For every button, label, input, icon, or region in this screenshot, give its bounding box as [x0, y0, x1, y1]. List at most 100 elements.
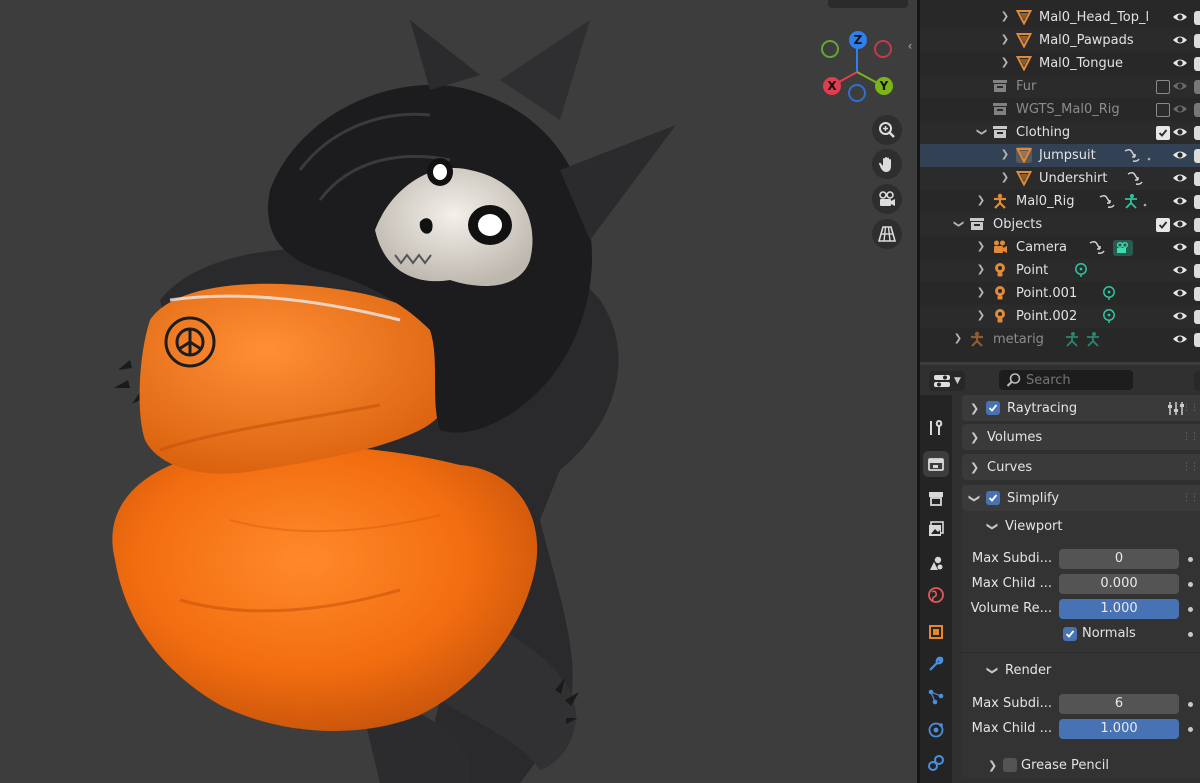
simplify-checkbox[interactable] — [986, 491, 1000, 505]
hand-pan-icon[interactable] — [872, 149, 902, 179]
render-camera-icon[interactable] — [1194, 126, 1200, 140]
visibility-eye-icon[interactable] — [1172, 216, 1188, 232]
visibility-eye-icon[interactable] — [1172, 9, 1188, 25]
outliner-row[interactable]: ❯ Mal0_Rig — [920, 190, 1200, 213]
number-field[interactable]: 0.000 — [1059, 574, 1179, 594]
pin-button[interactable] — [1194, 371, 1200, 391]
normals-checkbox[interactable] — [1063, 627, 1077, 641]
outliner-row-label[interactable]: Objects — [993, 217, 1042, 232]
normals-row[interactable]: Normals — [958, 623, 1200, 645]
keyframe-dot-icon[interactable] — [1188, 582, 1193, 587]
render-camera-icon[interactable] — [1194, 218, 1200, 232]
drag-handle-icon[interactable]: ⋮⋮ — [1182, 493, 1199, 503]
exclude-checkbox[interactable] — [1156, 218, 1170, 232]
exclude-checkbox[interactable] — [1156, 80, 1170, 94]
visibility-eye-icon[interactable] — [1172, 124, 1188, 140]
light-data-icon[interactable] — [1073, 262, 1089, 282]
chevron-down-icon[interactable]: ❯ — [975, 126, 987, 138]
panel-raytracing[interactable]: ❯ Raytracing ⋮⋮ — [962, 395, 1200, 421]
outliner-row-label[interactable]: Mal0_Head_Top_l — [1039, 10, 1149, 25]
keyframe-dot-icon[interactable] — [1188, 632, 1193, 637]
render-camera-icon[interactable] — [1194, 287, 1200, 301]
pose-icon[interactable] — [1084, 331, 1102, 351]
number-field[interactable]: 1.000 — [1059, 599, 1179, 619]
gizmo-y-axis[interactable]: Y — [875, 77, 893, 95]
chevron-right-icon[interactable]: ❯ — [975, 241, 987, 253]
outliner-row-label[interactable]: WGTS_Mal0_Rig — [1016, 102, 1120, 117]
sidebar-toggle-icon[interactable]: ‹ — [903, 38, 917, 54]
outliner-row[interactable]: ❯ metarig — [920, 328, 1200, 351]
zoom-icon[interactable] — [872, 115, 902, 145]
output-icon[interactable] — [923, 485, 949, 511]
outliner-row[interactable]: ❯ Undershirt — [920, 167, 1200, 190]
outliner-row[interactable]: ❯ Point.002 — [920, 305, 1200, 328]
light-data-icon[interactable] — [1101, 308, 1117, 328]
visibility-eye-icon[interactable] — [1172, 32, 1188, 48]
render-camera-icon[interactable] — [1194, 103, 1200, 117]
exclude-checkbox[interactable] — [1156, 103, 1170, 117]
outliner-row[interactable]: ❯ Mal0_Pawpads — [920, 29, 1200, 52]
exclude-checkbox[interactable] — [1156, 126, 1170, 140]
chevron-right-icon[interactable]: ❯ — [999, 11, 1011, 23]
particles-icon[interactable] — [923, 684, 949, 710]
scene-icon[interactable] — [923, 550, 949, 576]
number-field[interactable]: 0 — [1059, 549, 1179, 569]
render-camera-icon[interactable] — [1194, 195, 1200, 209]
panel-volumes[interactable]: ❯ Volumes ⋮⋮ — [962, 424, 1200, 450]
chevron-right-icon[interactable]: ❯ — [975, 264, 987, 276]
chevron-right-icon[interactable]: ❯ — [999, 172, 1011, 184]
render-camera-icon[interactable] — [1194, 57, 1200, 71]
gizmo-x-axis[interactable]: X — [823, 77, 841, 95]
chevron-right-icon[interactable]: ❯ — [952, 333, 964, 345]
constraints-icon[interactable] — [923, 750, 949, 776]
number-field[interactable]: 1.000 — [1059, 719, 1179, 739]
outliner-row[interactable]: WGTS_Mal0_Rig — [920, 98, 1200, 121]
3d-viewport[interactable]: Z X Y ‹ — [0, 0, 917, 783]
chevron-right-icon[interactable]: ❯ — [975, 310, 987, 322]
editor-type-button[interactable]: ▼ — [929, 371, 965, 391]
outliner-row-label[interactable]: Clothing — [1016, 125, 1070, 140]
grease-pencil-checkbox[interactable] — [1003, 758, 1017, 772]
search-field[interactable] — [999, 370, 1133, 390]
more-dot-icon[interactable] — [1146, 147, 1152, 167]
world-icon[interactable] — [923, 582, 949, 608]
pose-icon[interactable] — [1063, 331, 1081, 351]
chevron-right-icon[interactable]: ❯ — [999, 149, 1011, 161]
outliner-row-label[interactable]: Point.002 — [1016, 309, 1077, 324]
visibility-eye-icon[interactable] — [1172, 285, 1188, 301]
render-camera-icon[interactable] — [1194, 80, 1200, 94]
raytracing-checkbox[interactable] — [986, 401, 1000, 415]
gizmo-z-axis[interactable]: Z — [849, 31, 867, 49]
chevron-right-icon[interactable]: ❯ — [975, 287, 987, 299]
outliner-row[interactable]: Fur — [920, 75, 1200, 98]
light-data-icon[interactable] — [1101, 285, 1117, 305]
render-camera-icon[interactable] — [1194, 11, 1200, 25]
subpanel-viewport[interactable]: ❯ Viewport — [962, 513, 1200, 539]
drag-handle-icon[interactable]: ⋮⋮ — [1182, 432, 1199, 442]
visibility-eye-icon[interactable] — [1172, 262, 1188, 278]
subpanel-render[interactable]: ❯ Render — [962, 657, 1200, 683]
visibility-eye-icon[interactable] — [1172, 193, 1188, 209]
keyframe-dot-icon[interactable] — [1188, 702, 1193, 707]
outliner-row-label[interactable]: Undershirt — [1039, 171, 1107, 186]
outliner-row[interactable]: ❯ Mal0_Tongue — [920, 52, 1200, 75]
modifier-icon[interactable] — [923, 651, 949, 677]
outliner[interactable]: ❯ Mal0_Head_Top_l ❯ Mal0_Pawpads ❯ Mal0_Tongu… — [920, 0, 1200, 362]
panel-curves[interactable]: ❯ Curves ⋮⋮ — [962, 454, 1200, 480]
modifier-link-icon[interactable] — [1123, 147, 1141, 167]
render-camera-icon[interactable] — [1194, 264, 1200, 278]
modifier-link-icon[interactable] — [1098, 193, 1116, 213]
drag-handle-icon[interactable]: ⋮⋮ — [1182, 403, 1199, 413]
render-camera-icon[interactable] — [1194, 333, 1200, 347]
visibility-eye-icon[interactable] — [1172, 239, 1188, 255]
chevron-down-icon[interactable]: ❯ — [952, 218, 964, 230]
visibility-eye-icon[interactable] — [1172, 55, 1188, 71]
properties-editor[interactable]: ▼ ❯ Raytracing ⋮⋮ ❯ Volumes ⋮⋮ ❯ Curves … — [920, 365, 1200, 783]
chevron-right-icon[interactable]: ❯ — [999, 34, 1011, 46]
render-icon[interactable] — [923, 451, 949, 477]
visibility-eye-icon[interactable] — [1172, 147, 1188, 163]
render-camera-icon[interactable] — [1194, 149, 1200, 163]
camera-data-icon[interactable] — [1112, 239, 1134, 261]
camera-view-icon[interactable] — [872, 184, 902, 214]
render-camera-icon[interactable] — [1194, 172, 1200, 186]
